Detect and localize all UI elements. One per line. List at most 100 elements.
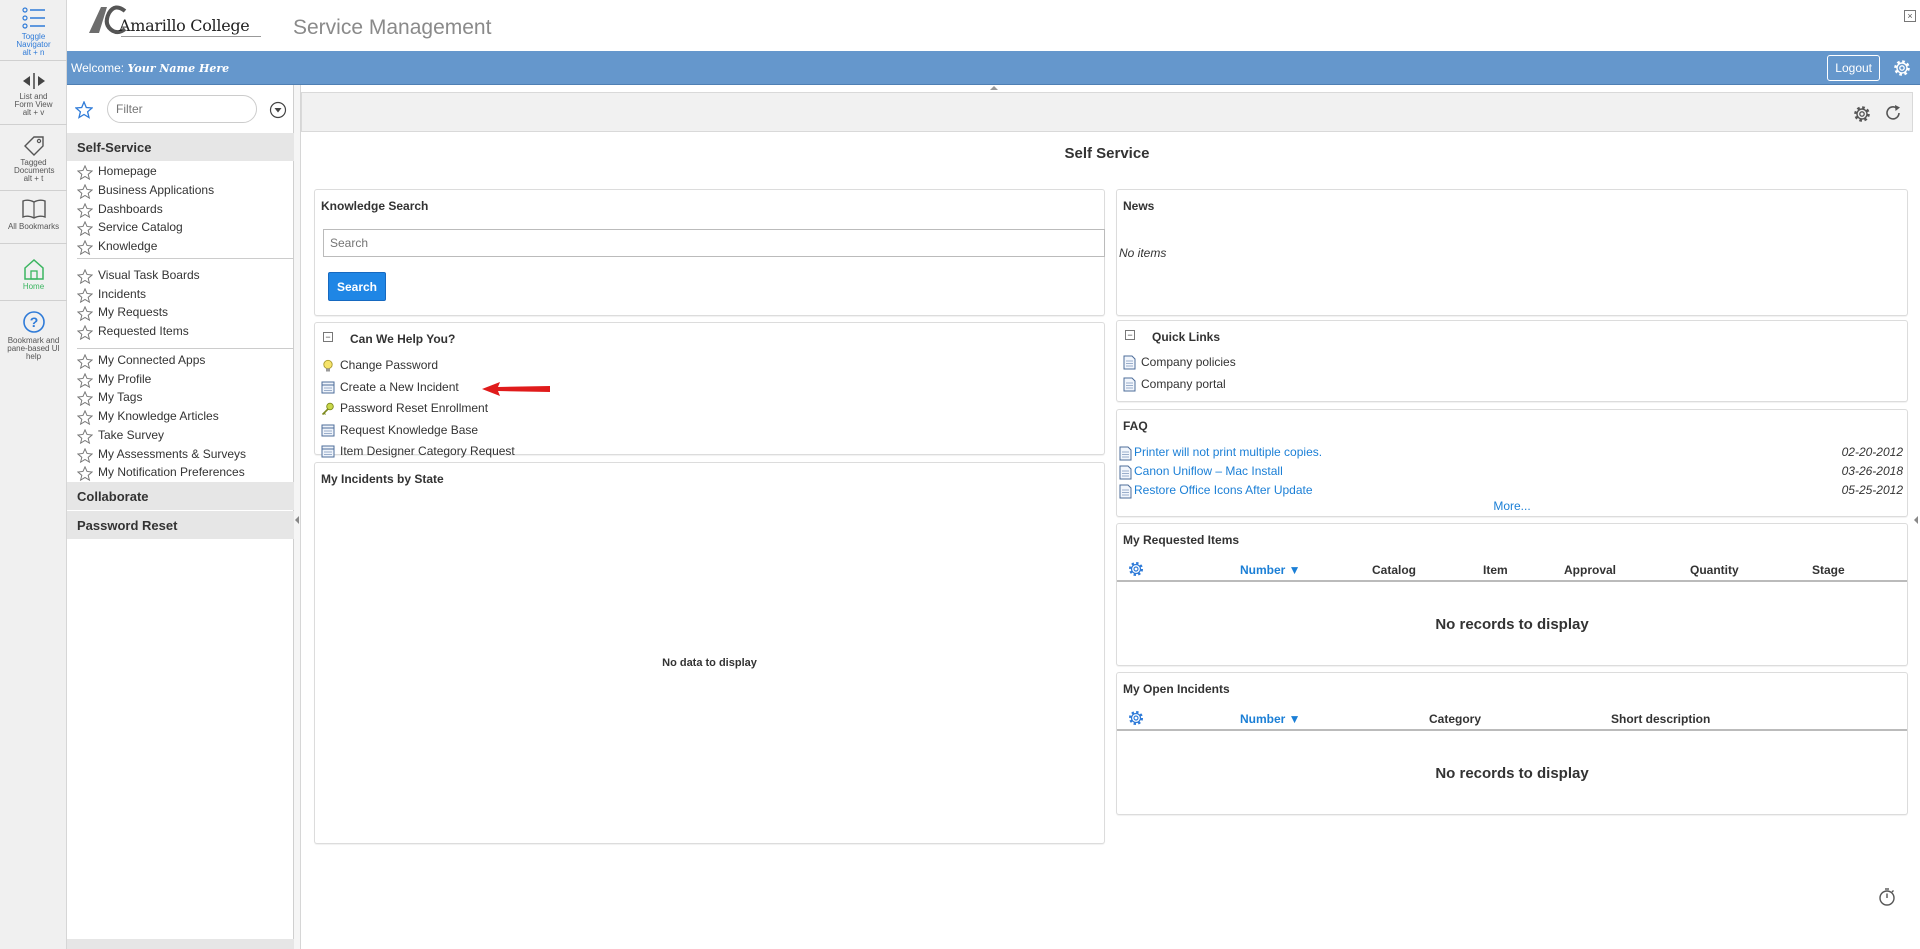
nav-item-label: My Notification Preferences	[98, 465, 245, 479]
favorites-star-icon[interactable]	[75, 101, 93, 119]
quick-links-panel: − Quick Links Company policies Company po…	[1116, 320, 1908, 402]
empty-message: No records to display	[1435, 765, 1589, 782]
nav-section-collaborate[interactable]: Collaborate	[67, 482, 294, 510]
nav-item-my-connected-apps[interactable]: My Connected Apps	[67, 352, 294, 370]
nav-item-my-assessments-surveys[interactable]: My Assessments & Surveys	[67, 446, 294, 464]
home-button[interactable]: Home	[0, 258, 67, 291]
chevron-down-circle-icon[interactable]	[269, 101, 287, 119]
nav-item-service-catalog[interactable]: Service Catalog	[67, 219, 294, 237]
favorite-star-icon[interactable]	[76, 220, 94, 239]
nav-item-incidents[interactable]: Incidents	[67, 286, 294, 304]
column-header-number[interactable]: Number ▼	[1240, 712, 1301, 726]
navigator-filter-input[interactable]	[107, 95, 257, 123]
list-form-view-key: alt + v	[22, 108, 45, 117]
help-link-label: Item Designer Category Request	[340, 444, 515, 458]
nav-section-self-service[interactable]: Self-Service	[67, 133, 294, 161]
nav-item-my-notification-preferences[interactable]: My Notification Preferences	[67, 464, 294, 482]
faq-item-link[interactable]: Printer will not print multiple copies.	[1134, 445, 1322, 459]
faq-item-link[interactable]: Restore Office Icons After Update	[1134, 483, 1313, 497]
bookmark-help-label: Bookmark and pane-based UI help	[7, 336, 60, 361]
form-icon	[321, 445, 335, 461]
refresh-icon[interactable]	[1884, 104, 1902, 122]
knowledge-search-input[interactable]	[323, 229, 1105, 257]
empty-message: No data to display	[662, 657, 757, 669]
requested-items-panel: My Requested Items Number ▼ Catalog Item…	[1116, 523, 1908, 666]
nav-item-dashboards[interactable]: Dashboards	[67, 201, 294, 219]
bookmark-help-button[interactable]: ? Bookmark and pane-based UI help	[0, 310, 67, 361]
college-logo[interactable]: Amarillo College	[87, 3, 262, 43]
logout-button[interactable]: Logout	[1827, 55, 1880, 81]
faq-item[interactable]: Restore Office Icons After Update 05-25-2…	[1119, 482, 1907, 500]
nav-item-label: Knowledge	[98, 239, 158, 253]
document-icon	[1119, 465, 1132, 483]
nav-item-take-survey[interactable]: Take Survey	[67, 427, 294, 445]
toggle-navigator-button[interactable]: Toggle Navigator alt + n	[0, 6, 67, 57]
tagged-documents-button[interactable]: Tagged Documents alt + t	[0, 134, 67, 183]
app-header: Amarillo College Service Management ×	[67, 0, 1920, 51]
favorite-star-icon[interactable]	[76, 164, 94, 183]
open-incidents-grid-header: Number ▼ Category Short description	[1117, 703, 1907, 731]
close-icon[interactable]: ×	[1904, 10, 1916, 22]
gear-icon[interactable]	[1892, 58, 1912, 78]
book-icon	[21, 199, 46, 219]
logo-text: Amarillo College	[119, 16, 250, 35]
knowledge-search-button[interactable]: Search	[328, 272, 386, 301]
nav-item-homepage[interactable]: Homepage	[67, 163, 294, 181]
column-header-short-description[interactable]: Short description	[1611, 712, 1710, 726]
homepage-toolbar	[301, 92, 1913, 132]
column-header-item[interactable]: Item	[1483, 563, 1508, 577]
nav-item-label: My Requests	[98, 305, 169, 319]
document-icon	[1123, 355, 1136, 373]
nav-item-my-knowledge-articles[interactable]: My Knowledge Articles	[67, 408, 294, 426]
favorite-star-icon[interactable]	[76, 183, 94, 202]
faq-more-link[interactable]: More...	[1117, 499, 1907, 513]
all-bookmarks-button[interactable]: All Bookmarks	[0, 198, 67, 231]
faq-item-link[interactable]: Canon Uniflow – Mac Install	[1134, 464, 1283, 478]
favorite-star-icon[interactable]	[76, 353, 94, 372]
nav-item-requested-items[interactable]: Requested Items	[67, 323, 294, 341]
column-header-number[interactable]: Number ▼	[1240, 563, 1301, 577]
favorite-star-icon[interactable]	[76, 409, 94, 428]
welcome-text: Welcome: Your Name Here	[71, 61, 229, 75]
collapse-right-icon[interactable]	[1913, 515, 1920, 525]
favorite-star-icon[interactable]	[76, 324, 94, 343]
navigator-splitter[interactable]	[294, 85, 301, 949]
list-form-view-button[interactable]: List and Form View alt + v	[0, 72, 67, 117]
favorite-star-icon[interactable]	[76, 239, 94, 258]
collapse-icon[interactable]: −	[1125, 330, 1135, 340]
tool-rail: Toggle Navigator alt + n List and Form V…	[0, 0, 67, 949]
column-header-approval[interactable]: Approval	[1564, 563, 1616, 577]
favorite-star-icon[interactable]	[76, 428, 94, 447]
panel-title: FAQ	[1123, 419, 1148, 433]
column-header-category[interactable]: Category	[1429, 712, 1481, 726]
nav-item-my-tags[interactable]: My Tags	[67, 389, 294, 407]
nav-item-label: My Assessments & Surveys	[98, 447, 247, 461]
quick-link-label: Company portal	[1141, 376, 1226, 391]
gear-icon[interactable]	[1852, 104, 1872, 124]
nav-divider	[77, 258, 294, 259]
nav-item-knowledge[interactable]: Knowledge	[67, 238, 294, 256]
rail-divider	[0, 60, 67, 61]
faq-item[interactable]: Printer will not print multiple copies. 0…	[1119, 444, 1907, 462]
nav-item-my-profile[interactable]: My Profile	[67, 371, 294, 389]
column-header-quantity[interactable]: Quantity	[1690, 563, 1739, 577]
gear-icon[interactable]	[1127, 560, 1145, 578]
nav-item-my-requests[interactable]: My Requests	[67, 304, 294, 322]
nav-section-password-reset[interactable]: Password Reset	[67, 511, 294, 539]
collapse-icon[interactable]: −	[323, 332, 333, 342]
nav-item-label: Incidents	[98, 287, 147, 301]
column-header-catalog[interactable]: Catalog	[1372, 563, 1416, 577]
rail-divider	[0, 300, 67, 301]
favorite-star-icon[interactable]	[76, 390, 94, 409]
gear-icon[interactable]	[1127, 709, 1145, 727]
nav-item-business-applications[interactable]: Business Applications	[67, 182, 294, 200]
panel-title: Knowledge Search	[321, 199, 429, 213]
favorite-star-icon[interactable]	[76, 305, 94, 324]
favorite-star-icon[interactable]	[76, 268, 94, 287]
nav-item-label: Service Catalog	[98, 220, 183, 234]
nav-item-visual-task-boards[interactable]: Visual Task Boards	[67, 267, 294, 285]
stopwatch-icon[interactable]	[1877, 887, 1897, 907]
collapse-header-icon[interactable]	[989, 85, 999, 91]
column-header-stage[interactable]: Stage	[1812, 563, 1845, 577]
faq-item[interactable]: Canon Uniflow – Mac Install 03-26-2018	[1119, 463, 1907, 481]
